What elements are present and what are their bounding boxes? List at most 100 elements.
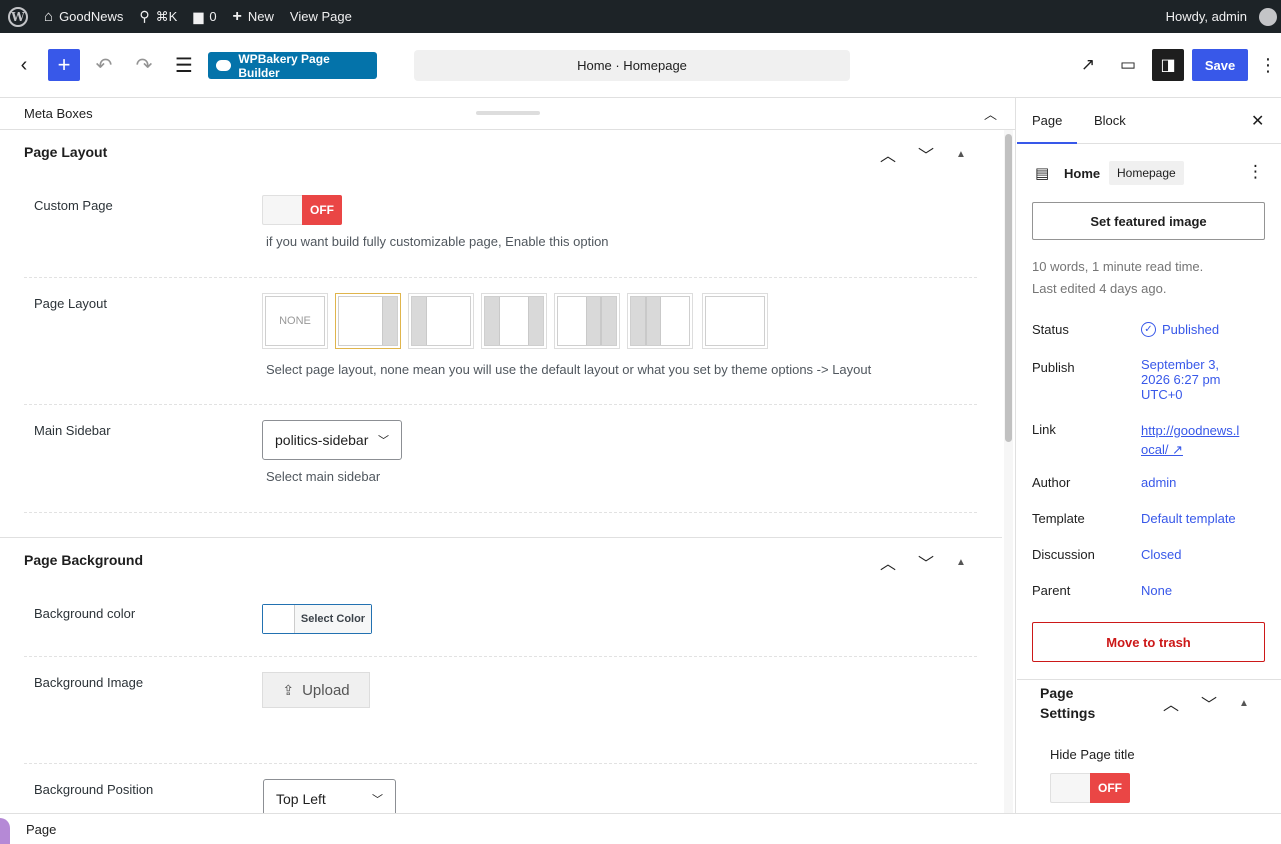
permalink-button[interactable]: http://goodnews.l ocal/ ↗ (1141, 421, 1239, 459)
page-layout-label: Page Layout (34, 296, 108, 311)
chevron-down-icon: ﹀ (372, 794, 383, 806)
redo-button[interactable]: ↷ (128, 49, 160, 81)
select-color-label: Select Color (295, 605, 371, 633)
layout-option-both-sidebars[interactable] (481, 293, 547, 349)
command-search-button[interactable]: ⚲ ⌘K (131, 0, 185, 33)
main-sidebar-select[interactable]: politics-sidebar ﹀ (262, 420, 402, 460)
main-sidebar-label: Main Sidebar (34, 423, 111, 438)
layout-option-two-right-sidebars[interactable] (554, 293, 620, 349)
save-button[interactable]: Save (1192, 49, 1248, 81)
tab-page[interactable]: Page (1032, 113, 1062, 128)
background-color-label: Background color (34, 606, 136, 621)
custom-page-label: Custom Page (34, 198, 113, 213)
page-layout-help: Select page layout, none mean you will u… (266, 362, 872, 377)
tab-block[interactable]: Block (1094, 113, 1126, 128)
back-button[interactable]: ‹ (8, 49, 40, 81)
status-value-button[interactable]: ✓ Published (1141, 322, 1219, 337)
undo-button[interactable]: ↶ (88, 49, 120, 81)
last-edited: Last edited 4 days ago. (1032, 281, 1167, 296)
search-icon: ⚲ (139, 8, 150, 24)
options-button[interactable]: ⋮ (1258, 49, 1278, 81)
more-vertical-icon: ⋮ (1259, 54, 1277, 75)
move-down-button[interactable]: ﹀ (918, 142, 934, 166)
more-vertical-icon[interactable]: ⋮ (1247, 162, 1264, 182)
section-divider (0, 537, 1002, 538)
document-bar[interactable]: Home · Homepage (414, 50, 850, 81)
sidebar-icon: ◨ (1160, 57, 1176, 74)
toggle-panel-button[interactable]: ▲ (956, 557, 966, 568)
layout-option-none[interactable]: NONE (262, 293, 328, 349)
page-settings-title: Page Settings (1040, 683, 1095, 723)
author-value[interactable]: admin (1141, 475, 1176, 490)
decorative-corner (0, 818, 10, 844)
main-sidebar-help: Select main sidebar (266, 469, 381, 484)
site-name-link[interactable]: ⌂ GoodNews (36, 0, 131, 33)
move-down-button[interactable]: ﹀ (1201, 691, 1217, 715)
avatar (1259, 7, 1277, 26)
new-content-link[interactable]: + New (225, 0, 282, 33)
custom-page-toggle[interactable]: OFF (262, 195, 342, 225)
toggle-panel-button[interactable]: ▲ (1239, 698, 1249, 709)
main-sidebar-value: politics-sidebar (275, 432, 369, 448)
move-down-button[interactable]: ﹀ (918, 550, 934, 574)
active-tab-indicator (1017, 142, 1077, 144)
divider (24, 763, 977, 764)
divider (24, 404, 977, 405)
comments-link[interactable]: ▆ 0 (185, 0, 224, 33)
parent-label: Parent (1032, 583, 1071, 598)
divider (24, 656, 977, 657)
status-label: Status (1032, 322, 1069, 337)
list-view-icon: ☰ (175, 54, 193, 77)
wordpress-logo-button[interactable]: W (0, 0, 36, 33)
document-overview-button[interactable]: ☰ (168, 49, 200, 81)
chevron-up-icon[interactable]: ︿ (984, 104, 997, 123)
move-to-trash-button[interactable]: Move to trash (1032, 622, 1265, 662)
parent-value[interactable]: None (1141, 583, 1172, 598)
background-image-label: Background Image (34, 675, 144, 690)
comments-count: 0 (209, 9, 217, 24)
doc-badge: Homepage (1109, 161, 1184, 185)
publish-label: Publish (1032, 360, 1075, 375)
background-position-select[interactable]: Top Left ﹀ (263, 779, 396, 813)
preview-button[interactable]: ▭ (1112, 49, 1144, 81)
set-featured-image-button[interactable]: Set featured image (1032, 202, 1265, 240)
permalink-line: http://goodnews.l (1141, 423, 1240, 438)
scrollbar[interactable] (1004, 130, 1013, 813)
account-menu[interactable]: Howdy, admin (1158, 0, 1281, 33)
view-page-label: View Page (289, 9, 352, 24)
move-up-button[interactable]: ︿ (880, 142, 896, 166)
external-link-icon: ↗ (1080, 55, 1096, 74)
scrollbar-thumb[interactable] (1005, 134, 1012, 442)
resize-handle[interactable] (476, 111, 540, 115)
add-block-button[interactable]: + (48, 49, 80, 81)
cloud-icon (216, 60, 232, 71)
page-layout-section-title: Page Layout (24, 144, 108, 160)
custom-page-help: if you want build fully customizable pag… (266, 234, 609, 249)
hide-page-title-toggle[interactable]: OFF (1050, 773, 1130, 803)
move-up-button[interactable]: ︿ (1163, 691, 1179, 715)
settings-toggle-button[interactable]: ◨ (1152, 49, 1184, 81)
meta-boxes-area: Meta Boxes ︿ Page Layout ︿ ﹀ ▲ Custom Pa… (0, 98, 1016, 813)
breadcrumb[interactable]: Page (26, 822, 56, 837)
upload-button[interactable]: ⇪ Upload (262, 672, 370, 708)
plus-icon: + (232, 7, 242, 25)
view-page-link[interactable]: View Page (282, 0, 360, 33)
layout-option-two-left-sidebars[interactable] (627, 293, 693, 349)
template-label: Template (1032, 511, 1085, 526)
close-sidebar-button[interactable]: ✕ (1251, 111, 1264, 131)
discussion-value[interactable]: Closed (1141, 547, 1181, 562)
move-up-button[interactable]: ︿ (880, 550, 896, 574)
page-icon: ▤ (1035, 165, 1050, 182)
divider (1017, 679, 1281, 680)
wpbakery-button[interactable]: WPBakery Page Builder (208, 52, 377, 80)
toggle-panel-button[interactable]: ▲ (956, 149, 966, 160)
layout-option-left-sidebar[interactable] (408, 293, 474, 349)
layout-option-right-sidebar[interactable] (335, 293, 401, 349)
template-value[interactable]: Default template (1141, 511, 1236, 526)
hide-page-title-label: Hide Page title (1050, 747, 1135, 762)
view-page-button[interactable]: ↗ (1072, 49, 1104, 81)
layout-option-full-width[interactable] (702, 293, 768, 349)
select-color-button[interactable]: Select Color (262, 604, 372, 634)
sidebar-tabs: Page Block ✕ (1017, 98, 1281, 144)
publish-date-button[interactable]: September 3, 2026 6:27 pm UTC+0 (1141, 357, 1221, 402)
